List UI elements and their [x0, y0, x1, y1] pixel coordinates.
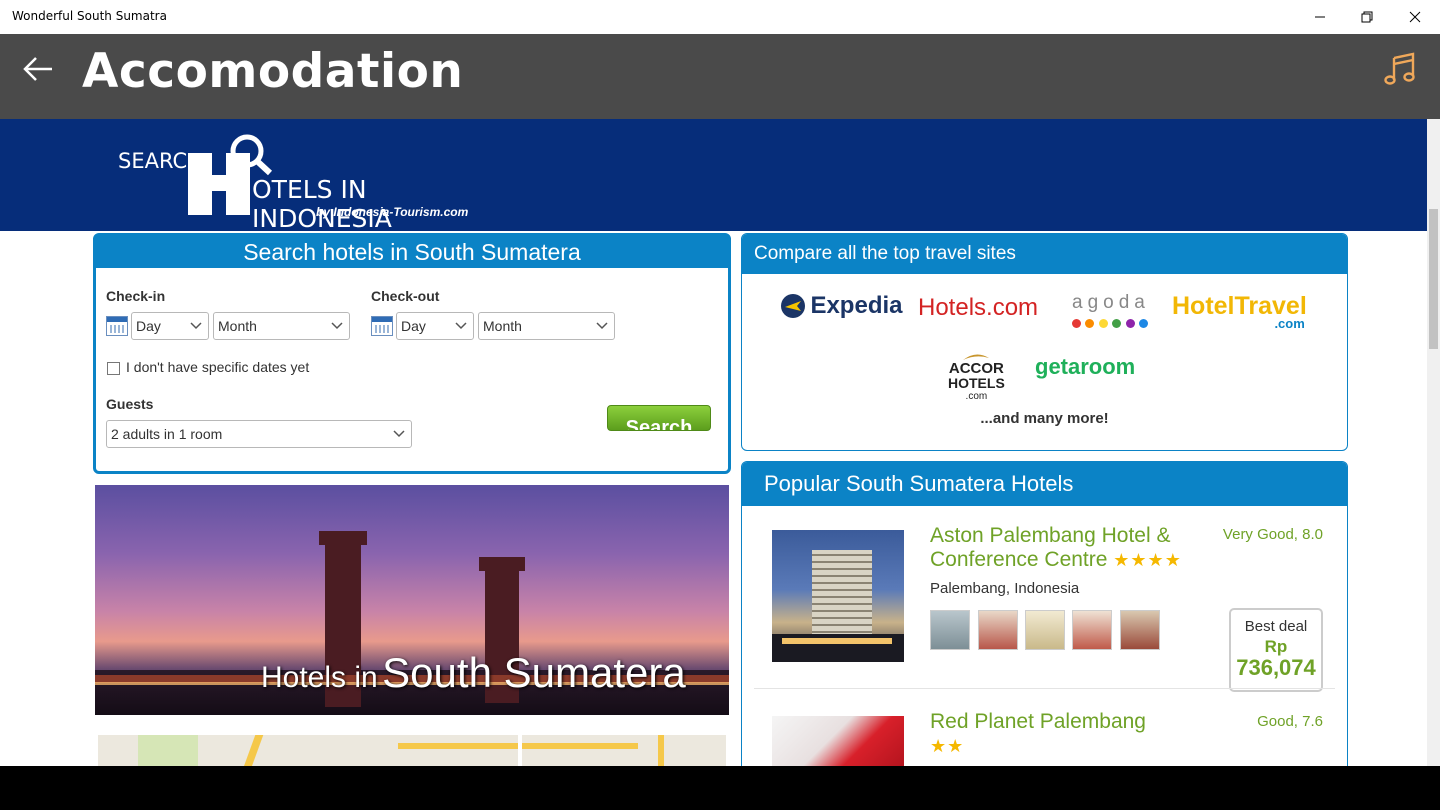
hotel-photo[interactable] [772, 716, 904, 766]
map-preview[interactable] [98, 735, 726, 766]
search-heading: Search hotels in South Sumatera [96, 236, 728, 268]
magnifier-logo-icon [230, 134, 273, 176]
hotel-thumbnail[interactable] [1025, 610, 1065, 650]
south-sumatera-photo[interactable]: Hotels in South Sumatera [95, 485, 729, 715]
site-banner: SEARC OTELS IN INDONESIA by Indonesia-To… [0, 119, 1427, 233]
site-logo[interactable]: SEARC OTELS IN INDONESIA by Indonesia-To… [118, 133, 478, 233]
popular-hotels: Popular South Sumatera Hotels Aston Pale… [741, 461, 1348, 766]
checkout-calendar-icon[interactable] [371, 316, 393, 336]
minimize-button[interactable] [1297, 0, 1343, 34]
close-icon [1409, 11, 1421, 23]
hotel-thumbnail[interactable] [1120, 610, 1160, 650]
chevron-down-icon [331, 322, 343, 330]
checkout-day-select[interactable]: Day [396, 312, 474, 340]
checkin-label: Check-in [106, 288, 166, 304]
getaroom-logo[interactable]: getaroom [1035, 354, 1135, 380]
checkout-month-value: Month [483, 318, 522, 334]
chevron-down-icon [455, 322, 467, 330]
vertical-scrollbar[interactable] [1427, 119, 1440, 766]
hotel-name-line1: Aston Palembang Hotel & [930, 524, 1171, 547]
plane-icon [781, 294, 805, 318]
logo-text-by: by Indonesia-Tourism.com [316, 205, 469, 219]
checkout-day-value: Day [401, 318, 426, 334]
page-title: Accomodation [82, 44, 464, 99]
logo-text-main: OTELS IN INDONESIA [252, 175, 392, 233]
chevron-down-icon [393, 430, 405, 438]
agoda-text: agoda [1072, 292, 1150, 313]
hotel-photo[interactable] [772, 530, 904, 662]
bottom-bar [0, 766, 1440, 810]
no-dates-label: I don't have specific dates yet [126, 359, 310, 375]
hotel-location: Palembang, Indonesia [930, 580, 1080, 597]
search-button[interactable]: Search [607, 405, 711, 431]
hotel-rating: Very Good, 8.0 [1222, 526, 1323, 543]
window-title: Wonderful South Sumatra [12, 9, 167, 23]
deal-price: 736,074 [1236, 655, 1316, 680]
guests-select[interactable]: 2 adults in 1 room [106, 420, 412, 448]
hotel-search-form: Search hotels in South Sumatera Check-in… [93, 233, 731, 474]
chevron-down-icon [190, 322, 202, 330]
back-arrow-icon[interactable] [22, 54, 56, 84]
restore-icon [1361, 11, 1373, 23]
expedia-text: Expedia [810, 292, 903, 319]
guests-value: 2 adults in 1 room [111, 426, 223, 442]
music-note-icon[interactable] [1382, 51, 1418, 87]
popular-heading: Popular South Sumatera Hotels [742, 462, 1347, 506]
checkin-month-value: Month [218, 318, 257, 334]
compare-travel-sites: Compare all the top travel sites Expedia… [741, 233, 1348, 451]
hotel-stars: ★★★★ [1113, 550, 1182, 570]
agoda-logo[interactable]: agoda [1072, 292, 1150, 333]
accor-text-2: HOTELS [948, 375, 1005, 391]
photo-caption: Hotels in South Sumatera [261, 649, 686, 697]
hoteltravel-sub: .com [1274, 316, 1305, 331]
scrollbar-thumb[interactable] [1429, 209, 1438, 349]
many-more-text: ...and many more! [980, 410, 1109, 427]
restore-button[interactable] [1344, 0, 1390, 34]
window-titlebar: Wonderful South Sumatra [0, 0, 1440, 34]
accor-text-3: .com [965, 391, 988, 402]
minimize-icon [1315, 16, 1325, 18]
compare-heading: Compare all the top travel sites [742, 234, 1347, 274]
hotel-name-line1: Red Planet Palembang [930, 710, 1146, 733]
caption-small: Hotels in [261, 661, 378, 694]
guests-label: Guests [106, 396, 154, 412]
checkout-month-select[interactable]: Month [478, 312, 615, 340]
hoteltravel-logo[interactable]: HotelTravel .com [1172, 292, 1307, 331]
expedia-logo[interactable]: Expedia [780, 292, 903, 320]
chevron-down-icon [596, 322, 608, 330]
checkin-day-value: Day [136, 318, 161, 334]
deal-currency: Rp [1264, 637, 1288, 656]
accor-text-1: ACCOR [948, 360, 1004, 377]
checkin-month-select[interactable]: Month [213, 312, 350, 340]
deal-label: Best deal [1244, 618, 1308, 635]
logo-text-top: SEARC [118, 149, 188, 173]
hotel-name[interactable]: Red Planet Palembang ★★ [930, 710, 1146, 758]
hotel-stars: ★★ [930, 736, 965, 756]
hotel-name[interactable]: Aston Palembang Hotel & Conference Centr… [930, 524, 1182, 572]
hotel-thumbnail[interactable] [930, 610, 970, 650]
hotels-com-logo[interactable]: Hotels.com [918, 294, 1038, 322]
checkout-label: Check-out [371, 288, 440, 304]
checkin-day-select[interactable]: Day [131, 312, 209, 340]
best-deal-box[interactable]: Best deal Rp 736,074 [1229, 608, 1323, 692]
hotel-rating: Good, 7.6 [1257, 713, 1323, 730]
checkin-calendar-icon[interactable] [106, 316, 128, 336]
caption-big: South Sumatera [382, 649, 686, 696]
hotel-thumbnail[interactable] [1072, 610, 1112, 650]
close-button[interactable] [1392, 0, 1438, 34]
hotel-name-line2: Conference Centre [930, 548, 1108, 571]
app-header: Accomodation [0, 34, 1440, 119]
no-dates-checkbox[interactable] [107, 362, 120, 375]
hotel-divider [754, 688, 1335, 689]
hotel-thumbnail[interactable] [978, 610, 1018, 650]
accor-hotels-logo[interactable]: ACCOR HOTELS .com [948, 352, 1005, 404]
web-content[interactable]: SEARC OTELS IN INDONESIA by Indonesia-To… [0, 119, 1427, 766]
